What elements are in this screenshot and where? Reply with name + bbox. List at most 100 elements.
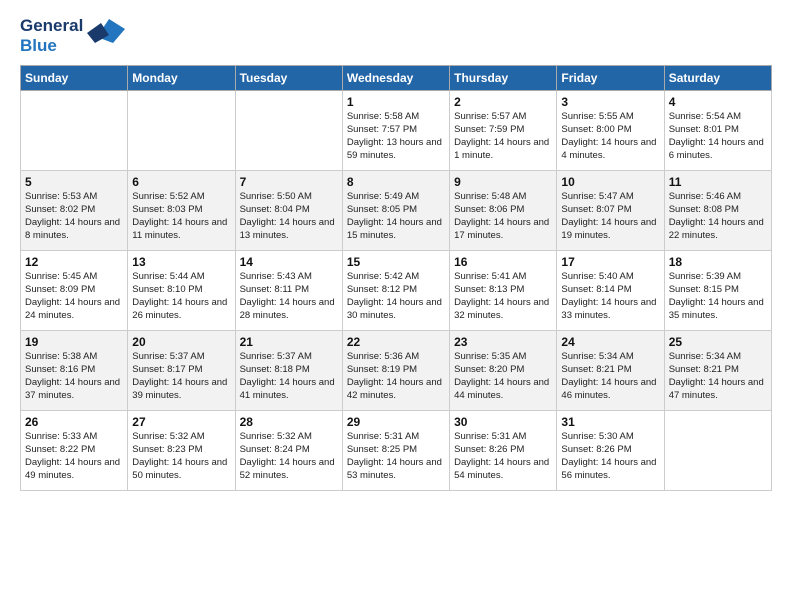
day-number: 25 <box>669 335 767 349</box>
calendar-cell: 11 Sunrise: 5:46 AMSunset: 8:08 PMDayligh… <box>664 171 771 251</box>
calendar-cell: 31 Sunrise: 5:30 AMSunset: 8:26 PMDayligh… <box>557 411 664 491</box>
day-number: 20 <box>132 335 230 349</box>
calendar-cell: 7Sunrise: 5:50 AMSunset: 8:04 PMDaylight… <box>235 171 342 251</box>
day-detail: Sunrise: 5:46 AMSunset: 8:08 PMDaylight:… <box>669 191 767 242</box>
day-detail: Sunrise: 5:32 AMSunset: 8:23 PMDaylight:… <box>132 431 230 482</box>
day-detail: Sunrise: 5:34 AMSunset: 8:21 PMDaylight:… <box>561 351 659 402</box>
day-detail: Sunrise: 5:32 AMSunset: 8:24 PMDaylight:… <box>240 431 338 482</box>
day-number: 21 <box>240 335 338 349</box>
day-detail: Sunrise: 5:33 AMSunset: 8:22 PMDaylight:… <box>25 431 123 482</box>
weekday-header-monday: Monday <box>128 66 235 91</box>
calendar-cell: 2Sunrise: 5:57 AMSunset: 7:59 PMDaylight… <box>450 91 557 171</box>
day-detail: Sunrise: 5:58 AMSunset: 7:57 PMDaylight:… <box>347 111 445 162</box>
day-number: 11 <box>669 175 767 189</box>
calendar-cell: 9 Sunrise: 5:48 AMSunset: 8:06 PMDaylight… <box>450 171 557 251</box>
calendar-cell: 24 Sunrise: 5:34 AMSunset: 8:21 PMDayligh… <box>557 331 664 411</box>
calendar-cell: 21 Sunrise: 5:37 AMSunset: 8:18 PMDayligh… <box>235 331 342 411</box>
calendar-cell: 5Sunrise: 5:53 AMSunset: 8:02 PMDaylight… <box>21 171 128 251</box>
day-detail: Sunrise: 5:42 AMSunset: 8:12 PMDaylight:… <box>347 271 445 322</box>
day-detail: Sunrise: 5:30 AMSunset: 8:26 PMDaylight:… <box>561 431 659 482</box>
weekday-header-row: SundayMondayTuesdayWednesdayThursdayFrid… <box>21 66 772 91</box>
day-detail: Sunrise: 5:31 AMSunset: 8:25 PMDaylight:… <box>347 431 445 482</box>
calendar-week-row: 19Sunrise: 5:38 AMSunset: 8:16 PMDayligh… <box>21 331 772 411</box>
day-detail: Sunrise: 5:49 AMSunset: 8:05 PMDaylight:… <box>347 191 445 242</box>
day-number: 19 <box>25 335 123 349</box>
day-detail: Sunrise: 5:45 AMSunset: 8:09 PMDaylight:… <box>25 271 123 322</box>
page: General Blue SundayMondayTuesdayWednesda… <box>0 0 792 612</box>
calendar-cell: 28 Sunrise: 5:32 AMSunset: 8:24 PMDayligh… <box>235 411 342 491</box>
calendar-cell: 1 Sunrise: 5:58 AMSunset: 7:57 PMDaylight… <box>342 91 449 171</box>
header: General Blue <box>20 16 772 55</box>
calendar-cell <box>664 411 771 491</box>
day-detail: Sunrise: 5:37 AMSunset: 8:18 PMDaylight:… <box>240 351 338 402</box>
day-number: 14 <box>240 255 338 269</box>
day-detail: Sunrise: 5:34 AMSunset: 8:21 PMDaylight:… <box>669 351 767 402</box>
calendar-cell: 20Sunrise: 5:37 AMSunset: 8:17 PMDayligh… <box>128 331 235 411</box>
weekday-header-saturday: Saturday <box>664 66 771 91</box>
calendar-cell: 15Sunrise: 5:42 AMSunset: 8:12 PMDayligh… <box>342 251 449 331</box>
day-number: 18 <box>669 255 767 269</box>
day-number: 5 <box>25 175 123 189</box>
calendar-table: SundayMondayTuesdayWednesdayThursdayFrid… <box>20 65 772 491</box>
day-number: 27 <box>132 415 230 429</box>
day-detail: Sunrise: 5:43 AMSunset: 8:11 PMDaylight:… <box>240 271 338 322</box>
calendar-cell: 3 Sunrise: 5:55 AMSunset: 8:00 PMDaylight… <box>557 91 664 171</box>
calendar-cell: 14 Sunrise: 5:43 AMSunset: 8:11 PMDayligh… <box>235 251 342 331</box>
day-detail: Sunrise: 5:52 AMSunset: 8:03 PMDaylight:… <box>132 191 230 242</box>
day-detail: Sunrise: 5:50 AMSunset: 8:04 PMDaylight:… <box>240 191 338 242</box>
calendar-cell: 6 Sunrise: 5:52 AMSunset: 8:03 PMDaylight… <box>128 171 235 251</box>
day-detail: Sunrise: 5:57 AMSunset: 7:59 PMDaylight:… <box>454 111 552 162</box>
weekday-header-tuesday: Tuesday <box>235 66 342 91</box>
calendar-cell: 8Sunrise: 5:49 AMSunset: 8:05 PMDaylight… <box>342 171 449 251</box>
day-detail: Sunrise: 5:41 AMSunset: 8:13 PMDaylight:… <box>454 271 552 322</box>
day-number: 31 <box>561 415 659 429</box>
day-number: 6 <box>132 175 230 189</box>
day-detail: Sunrise: 5:44 AMSunset: 8:10 PMDaylight:… <box>132 271 230 322</box>
day-number: 29 <box>347 415 445 429</box>
calendar-cell: 29 Sunrise: 5:31 AMSunset: 8:25 PMDayligh… <box>342 411 449 491</box>
logo-text: General Blue <box>20 16 83 55</box>
day-number: 26 <box>25 415 123 429</box>
calendar-cell: 12 Sunrise: 5:45 AMSunset: 8:09 PMDayligh… <box>21 251 128 331</box>
weekday-header-sunday: Sunday <box>21 66 128 91</box>
day-detail: Sunrise: 5:48 AMSunset: 8:06 PMDaylight:… <box>454 191 552 242</box>
day-number: 24 <box>561 335 659 349</box>
weekday-header-friday: Friday <box>557 66 664 91</box>
day-detail: Sunrise: 5:54 AMSunset: 8:01 PMDaylight:… <box>669 111 767 162</box>
day-number: 9 <box>454 175 552 189</box>
weekday-header-thursday: Thursday <box>450 66 557 91</box>
day-detail: Sunrise: 5:35 AMSunset: 8:20 PMDaylight:… <box>454 351 552 402</box>
calendar-week-row: 12 Sunrise: 5:45 AMSunset: 8:09 PMDayligh… <box>21 251 772 331</box>
calendar-cell: 26 Sunrise: 5:33 AMSunset: 8:22 PMDayligh… <box>21 411 128 491</box>
day-detail: Sunrise: 5:39 AMSunset: 8:15 PMDaylight:… <box>669 271 767 322</box>
calendar-cell: 13 Sunrise: 5:44 AMSunset: 8:10 PMDayligh… <box>128 251 235 331</box>
calendar-cell: 4Sunrise: 5:54 AMSunset: 8:01 PMDaylight… <box>664 91 771 171</box>
day-number: 13 <box>132 255 230 269</box>
calendar-cell: 10 Sunrise: 5:47 AMSunset: 8:07 PMDayligh… <box>557 171 664 251</box>
calendar-cell <box>21 91 128 171</box>
calendar-cell: 22Sunrise: 5:36 AMSunset: 8:19 PMDayligh… <box>342 331 449 411</box>
day-number: 12 <box>25 255 123 269</box>
day-number: 30 <box>454 415 552 429</box>
calendar-cell <box>235 91 342 171</box>
day-detail: Sunrise: 5:40 AMSunset: 8:14 PMDaylight:… <box>561 271 659 322</box>
weekday-header-wednesday: Wednesday <box>342 66 449 91</box>
calendar-cell: 30 Sunrise: 5:31 AMSunset: 8:26 PMDayligh… <box>450 411 557 491</box>
day-detail: Sunrise: 5:55 AMSunset: 8:00 PMDaylight:… <box>561 111 659 162</box>
day-number: 23 <box>454 335 552 349</box>
logo-icon <box>87 15 125 48</box>
calendar-cell: 23 Sunrise: 5:35 AMSunset: 8:20 PMDayligh… <box>450 331 557 411</box>
day-detail: Sunrise: 5:31 AMSunset: 8:26 PMDaylight:… <box>454 431 552 482</box>
day-number: 28 <box>240 415 338 429</box>
calendar-cell: 27 Sunrise: 5:32 AMSunset: 8:23 PMDayligh… <box>128 411 235 491</box>
calendar-cell: 16Sunrise: 5:41 AMSunset: 8:13 PMDayligh… <box>450 251 557 331</box>
logo: General Blue <box>20 16 125 55</box>
calendar-week-row: 26 Sunrise: 5:33 AMSunset: 8:22 PMDayligh… <box>21 411 772 491</box>
calendar-cell: 18 Sunrise: 5:39 AMSunset: 8:15 PMDayligh… <box>664 251 771 331</box>
day-number: 3 <box>561 95 659 109</box>
day-number: 1 <box>347 95 445 109</box>
day-number: 10 <box>561 175 659 189</box>
day-number: 22 <box>347 335 445 349</box>
day-detail: Sunrise: 5:47 AMSunset: 8:07 PMDaylight:… <box>561 191 659 242</box>
calendar-week-row: 1 Sunrise: 5:58 AMSunset: 7:57 PMDaylight… <box>21 91 772 171</box>
